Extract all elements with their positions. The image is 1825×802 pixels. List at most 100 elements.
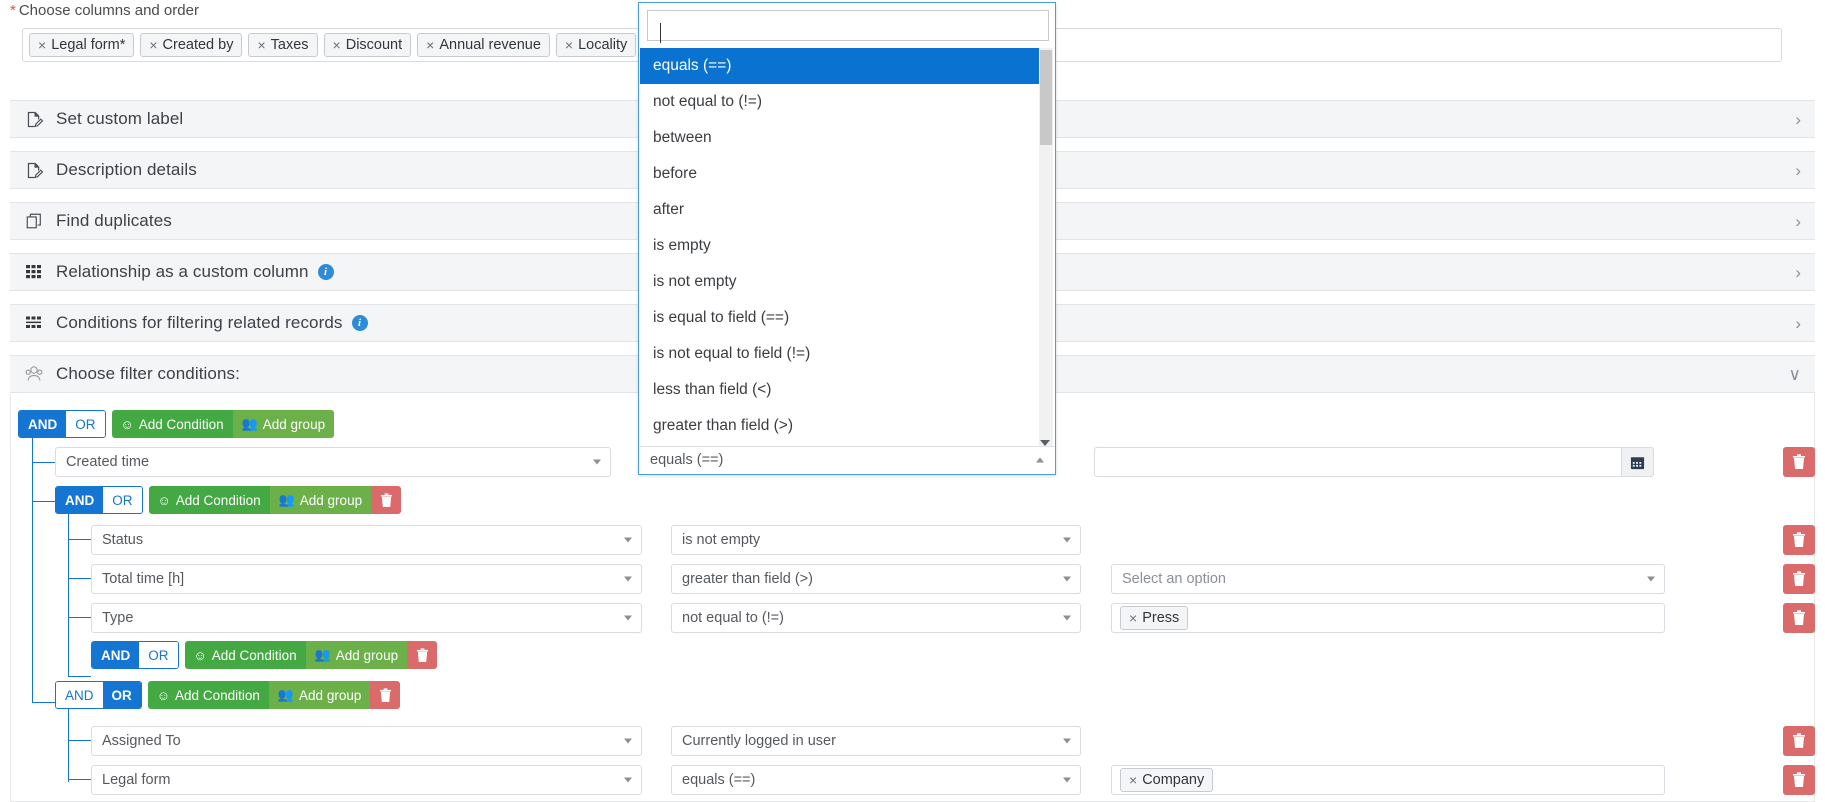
scrollbar-thumb[interactable] bbox=[1040, 50, 1052, 145]
delete-condition-button[interactable] bbox=[1783, 564, 1815, 594]
operator-dropdown[interactable]: equals (==) not equal to (!=) between be… bbox=[638, 2, 1056, 475]
and-button[interactable]: AND bbox=[92, 642, 140, 668]
column-tag[interactable]: × Annual revenue bbox=[417, 33, 550, 57]
delete-condition-button[interactable] bbox=[1783, 603, 1815, 633]
operator-option[interactable]: is not equal to field (!=) bbox=[640, 336, 1047, 372]
add-condition-button[interactable]: ☺ Add Condition bbox=[147, 681, 269, 709]
remove-tag-icon[interactable]: × bbox=[333, 37, 341, 53]
operator-option[interactable]: before bbox=[640, 156, 1047, 192]
and-or-toggle[interactable]: AND OR bbox=[55, 681, 142, 709]
info-icon[interactable]: i bbox=[317, 264, 334, 280]
chevron-right-icon[interactable]: › bbox=[1795, 162, 1801, 179]
add-group-button[interactable]: 👥 Add group bbox=[232, 410, 335, 438]
value-tag[interactable]: × Press bbox=[1120, 606, 1189, 630]
and-button[interactable]: AND bbox=[56, 682, 103, 708]
chevron-down-icon[interactable] bbox=[1063, 777, 1071, 783]
remove-tag-icon[interactable]: × bbox=[149, 37, 157, 53]
delete-condition-button[interactable] bbox=[1783, 525, 1815, 555]
add-condition-button[interactable]: ☺ Add Condition bbox=[148, 486, 270, 514]
operator-option[interactable]: equals (==) bbox=[640, 48, 1047, 84]
delete-group-button[interactable] bbox=[370, 681, 401, 709]
condition-operator-select[interactable]: equals (==) bbox=[671, 765, 1081, 795]
condition-field-select[interactable]: Type bbox=[91, 603, 642, 633]
date-input[interactable] bbox=[1094, 447, 1621, 477]
chevron-right-icon[interactable]: › bbox=[1795, 111, 1801, 128]
condition-value-select[interactable]: Select an option bbox=[1111, 564, 1665, 594]
or-button[interactable]: OR bbox=[139, 642, 178, 668]
add-condition-button[interactable]: ☺ Add Condition bbox=[184, 641, 306, 669]
column-tag[interactable]: × Taxes bbox=[248, 33, 318, 57]
add-condition-button[interactable]: ☺ Add Condition bbox=[111, 410, 233, 438]
or-button[interactable]: OR bbox=[102, 682, 141, 708]
value-tag[interactable]: × Company bbox=[1120, 768, 1214, 792]
calendar-icon[interactable] bbox=[1621, 447, 1654, 477]
remove-tag-icon[interactable]: × bbox=[426, 37, 434, 53]
chevron-right-icon[interactable]: › bbox=[1795, 315, 1801, 332]
condition-field-select[interactable]: Total time [h] bbox=[91, 564, 642, 594]
chevron-down-icon[interactable] bbox=[624, 738, 632, 744]
column-tag[interactable]: × Locality bbox=[555, 33, 637, 57]
chevron-up-icon[interactable] bbox=[1036, 457, 1044, 463]
condition-value-tags[interactable]: × Company bbox=[1111, 765, 1665, 795]
chevron-down-icon[interactable] bbox=[1063, 537, 1071, 543]
chevron-right-icon[interactable]: › bbox=[1795, 264, 1801, 281]
condition-value-tags[interactable]: × Press bbox=[1111, 603, 1665, 633]
operator-selected-field[interactable]: equals (==) bbox=[640, 446, 1055, 473]
add-group-button[interactable]: 👥 Add group bbox=[305, 641, 408, 669]
chevron-down-icon[interactable] bbox=[593, 459, 601, 465]
chevron-right-icon[interactable]: › bbox=[1795, 213, 1801, 230]
and-or-toggle[interactable]: AND OR bbox=[91, 641, 179, 669]
and-button[interactable]: AND bbox=[19, 411, 67, 437]
column-tag[interactable]: × Legal form* bbox=[29, 33, 135, 57]
and-or-toggle[interactable]: AND OR bbox=[55, 486, 143, 514]
chevron-down-icon[interactable]: ∨ bbox=[1789, 366, 1801, 383]
chevron-down-icon[interactable] bbox=[624, 537, 632, 543]
column-tag[interactable]: × Discount bbox=[323, 33, 412, 57]
chevron-down-icon[interactable] bbox=[624, 777, 632, 783]
operator-search-input[interactable] bbox=[647, 10, 1049, 43]
operator-option[interactable]: between bbox=[640, 120, 1047, 156]
and-or-toggle[interactable]: AND OR bbox=[18, 410, 106, 438]
condition-value-date[interactable] bbox=[1094, 447, 1654, 477]
condition-field-select[interactable]: Status bbox=[91, 525, 642, 555]
operator-option-list[interactable]: equals (==) not equal to (!=) between be… bbox=[640, 48, 1047, 448]
condition-field-select[interactable]: Created time bbox=[55, 447, 611, 477]
operator-option[interactable]: is not empty bbox=[640, 264, 1047, 300]
operator-option[interactable]: is empty bbox=[640, 228, 1047, 264]
remove-tag-icon[interactable]: × bbox=[257, 37, 265, 53]
chevron-down-icon[interactable] bbox=[624, 576, 632, 582]
delete-condition-button[interactable] bbox=[1783, 765, 1815, 795]
condition-operator-select[interactable]: is not empty bbox=[671, 525, 1081, 555]
operator-option[interactable]: not equal to (!=) bbox=[640, 84, 1047, 120]
remove-tag-icon[interactable]: × bbox=[1129, 610, 1137, 626]
delete-group-button[interactable] bbox=[407, 641, 438, 669]
column-tag[interactable]: × Created by bbox=[140, 33, 243, 57]
chevron-down-icon[interactable] bbox=[1647, 576, 1655, 582]
remove-tag-icon[interactable]: × bbox=[565, 37, 573, 53]
chevron-down-icon[interactable] bbox=[1063, 738, 1071, 744]
dropdown-scrollbar[interactable] bbox=[1039, 48, 1053, 448]
add-group-button[interactable]: 👥 Add group bbox=[268, 681, 371, 709]
condition-field-select[interactable]: Assigned To bbox=[91, 726, 642, 756]
chevron-down-icon[interactable] bbox=[624, 615, 632, 621]
operator-option[interactable]: is equal to field (==) bbox=[640, 300, 1047, 336]
or-button[interactable]: OR bbox=[66, 411, 105, 437]
operator-option[interactable]: greater than field (>) bbox=[640, 408, 1047, 444]
chevron-down-icon[interactable] bbox=[1063, 615, 1071, 621]
remove-tag-icon[interactable]: × bbox=[1129, 772, 1137, 788]
chevron-down-icon[interactable] bbox=[1063, 576, 1071, 582]
operator-option[interactable]: after bbox=[640, 192, 1047, 228]
condition-operator-select[interactable]: greater than field (>) bbox=[671, 564, 1081, 594]
remove-tag-icon[interactable]: × bbox=[38, 37, 46, 53]
or-button[interactable]: OR bbox=[103, 487, 142, 513]
info-icon[interactable]: i bbox=[351, 315, 368, 331]
condition-operator-select[interactable]: not equal to (!=) bbox=[671, 603, 1081, 633]
operator-option[interactable]: less than field (<) bbox=[640, 372, 1047, 408]
delete-condition-button[interactable] bbox=[1783, 447, 1815, 477]
and-button[interactable]: AND bbox=[56, 487, 104, 513]
add-group-button[interactable]: 👥 Add group bbox=[269, 486, 372, 514]
delete-group-button[interactable] bbox=[371, 486, 402, 514]
condition-operator-select[interactable]: Currently logged in user bbox=[671, 726, 1081, 756]
condition-field-select[interactable]: Legal form bbox=[91, 765, 642, 795]
delete-condition-button[interactable] bbox=[1783, 726, 1815, 756]
